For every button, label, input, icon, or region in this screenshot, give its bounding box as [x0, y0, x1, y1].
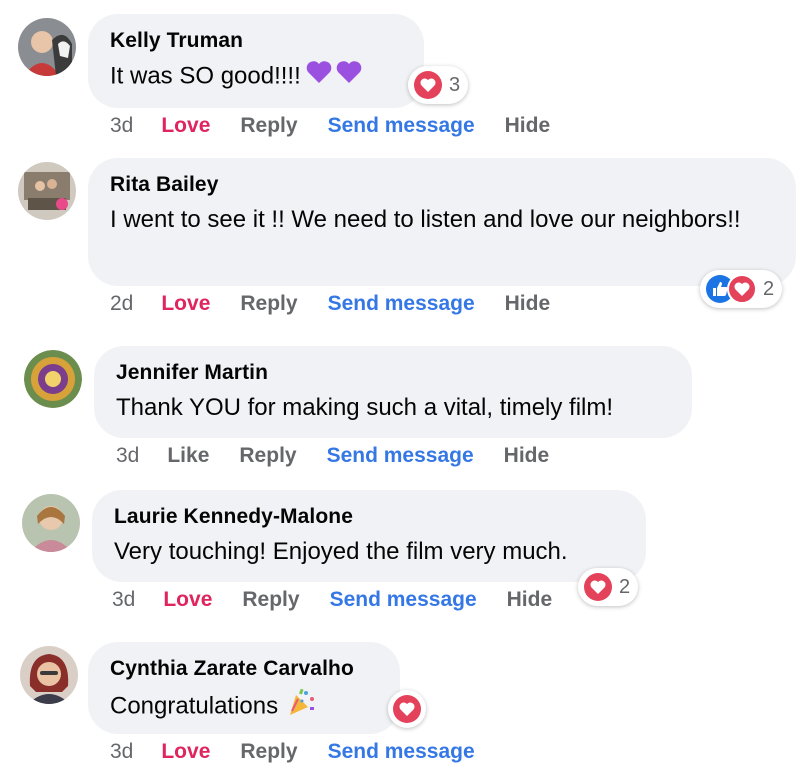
comment-text: Congratulations	[110, 687, 378, 727]
comment-actions: 3d Love Reply Send message	[110, 740, 505, 764]
reply-button[interactable]: Reply	[240, 114, 297, 138]
reaction-summary[interactable]: 3	[408, 66, 469, 104]
avatar[interactable]	[24, 350, 82, 408]
reply-button[interactable]: Reply	[239, 444, 296, 468]
comment-text: It was SO good!!!!	[110, 59, 402, 95]
comment-bubble: Jennifer Martin Thank YOU for making suc…	[94, 346, 692, 438]
comment-text: Very touching! Enjoyed the film very muc…	[114, 538, 568, 565]
send-message-button[interactable]: Send message	[328, 292, 475, 316]
comment-bubble: Rita Bailey I went to see it !! We need …	[88, 158, 796, 286]
confetti-icon	[286, 687, 316, 727]
comment-author[interactable]: Kelly Truman	[110, 29, 402, 53]
heart-reaction-icon	[392, 694, 422, 724]
comment-text: I went to see it !! We need to listen an…	[110, 206, 741, 233]
send-message-button[interactable]: Send message	[330, 588, 477, 612]
heart-reaction-icon	[413, 70, 443, 100]
comment-bubble: Laurie Kennedy-Malone Very touching! Enj…	[92, 490, 646, 582]
send-message-button[interactable]: Send message	[327, 444, 474, 468]
reaction-count: 2	[763, 277, 775, 300]
comment-actions: 3d Like Reply Send message Hide	[116, 444, 579, 468]
timestamp[interactable]: 3d	[112, 588, 135, 612]
comment-text-content: Congratulations	[110, 692, 279, 720]
reply-button[interactable]: Reply	[240, 740, 297, 764]
reaction-summary[interactable]: 2	[700, 270, 783, 308]
reaction-count: 2	[619, 575, 631, 598]
purple-heart-icon	[305, 59, 333, 95]
comment-bubble: Kelly Truman It was SO good!!!!	[88, 14, 424, 108]
avatar[interactable]	[20, 646, 78, 704]
comment-text: Thank YOU for making such a vital, timel…	[116, 394, 614, 421]
purple-heart-icon	[335, 59, 363, 95]
timestamp[interactable]: 3d	[110, 740, 133, 764]
reaction-count: 3	[449, 73, 461, 96]
heart-reaction-icon	[583, 572, 613, 602]
hide-button[interactable]: Hide	[505, 292, 551, 316]
reaction-summary[interactable]: 2	[578, 568, 639, 606]
timestamp[interactable]: 3d	[110, 114, 133, 138]
like-button[interactable]: Like	[167, 444, 209, 468]
heart-reaction-icon	[727, 274, 757, 304]
love-button[interactable]: Love	[161, 114, 210, 138]
comment-author[interactable]: Rita Bailey	[110, 173, 774, 197]
avatar[interactable]	[18, 162, 76, 220]
comment-actions: 3d Love Reply Send message Hide	[112, 588, 582, 612]
send-message-button[interactable]: Send message	[328, 114, 475, 138]
comment-actions: 3d Love Reply Send message Hide	[110, 114, 580, 138]
timestamp[interactable]: 3d	[116, 444, 139, 468]
love-button[interactable]: Love	[161, 292, 210, 316]
comment-bubble: Cynthia Zarate Carvalho Congratulations	[88, 642, 400, 734]
love-button[interactable]: Love	[163, 588, 212, 612]
comment-author[interactable]: Laurie Kennedy-Malone	[114, 505, 624, 529]
comment-text-content: It was SO good!!!!	[110, 62, 301, 90]
comment-actions: 2d Love Reply Send message Hide	[110, 292, 580, 316]
hide-button[interactable]: Hide	[507, 588, 553, 612]
comment-author[interactable]: Cynthia Zarate Carvalho	[110, 657, 378, 681]
comment-author[interactable]: Jennifer Martin	[116, 361, 670, 385]
avatar[interactable]	[22, 494, 80, 552]
reply-button[interactable]: Reply	[240, 292, 297, 316]
hide-button[interactable]: Hide	[504, 444, 550, 468]
send-message-button[interactable]: Send message	[328, 740, 475, 764]
reply-button[interactable]: Reply	[242, 588, 299, 612]
love-button[interactable]: Love	[161, 740, 210, 764]
timestamp[interactable]: 2d	[110, 292, 133, 316]
reaction-summary[interactable]	[388, 690, 426, 728]
avatar[interactable]	[18, 18, 76, 76]
hide-button[interactable]: Hide	[505, 114, 551, 138]
